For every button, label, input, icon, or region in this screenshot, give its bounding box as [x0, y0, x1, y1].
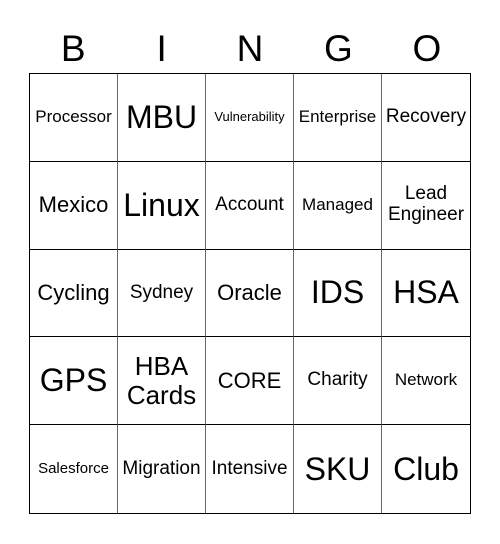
- header-letter-g: G: [324, 28, 353, 69]
- bingo-cell[interactable]: Network: [382, 337, 470, 426]
- bingo-cell[interactable]: CORE: [206, 337, 294, 426]
- bingo-cell[interactable]: Oracle: [206, 249, 294, 338]
- bingo-header: B I N G O: [29, 26, 471, 72]
- bingo-cell[interactable]: HBA Cards: [118, 337, 206, 426]
- bingo-cell[interactable]: SKU: [294, 425, 382, 513]
- bingo-cell[interactable]: Processor: [30, 74, 118, 162]
- bingo-cell[interactable]: Migration: [118, 425, 206, 513]
- bingo-cell[interactable]: Vulnerability: [206, 74, 294, 162]
- header-letter-i: I: [156, 28, 167, 69]
- bingo-cell[interactable]: Linux: [118, 161, 206, 250]
- bingo-cell[interactable]: Recovery: [382, 74, 470, 162]
- bingo-cell[interactable]: Lead Engineer: [382, 162, 470, 250]
- bingo-cell[interactable]: IDS: [294, 249, 382, 338]
- bingo-cell[interactable]: Enterprise: [294, 74, 382, 162]
- bingo-cell[interactable]: GPS: [30, 337, 118, 426]
- bingo-cell[interactable]: Sydney: [118, 249, 206, 338]
- bingo-grid: Processor MBU Vulnerability Enterprise Recov…: [29, 73, 471, 514]
- header-letter-n: N: [236, 28, 264, 69]
- bingo-cell[interactable]: Charity: [294, 337, 382, 426]
- bingo-cell[interactable]: Account: [206, 161, 294, 250]
- bingo-cell[interactable]: Intensive: [206, 425, 294, 513]
- bingo-cell[interactable]: Salesforce: [30, 425, 118, 513]
- bingo-cell[interactable]: Mexico: [30, 161, 118, 250]
- bingo-cell[interactable]: Cycling: [30, 249, 118, 338]
- header-letter-b: B: [60, 28, 86, 69]
- bingo-cell[interactable]: Club: [382, 425, 470, 513]
- header-letter-o: O: [412, 28, 442, 69]
- bingo-cell[interactable]: Managed: [294, 161, 382, 250]
- bingo-cell[interactable]: MBU: [118, 74, 206, 162]
- bingo-cell[interactable]: HSA: [382, 250, 470, 338]
